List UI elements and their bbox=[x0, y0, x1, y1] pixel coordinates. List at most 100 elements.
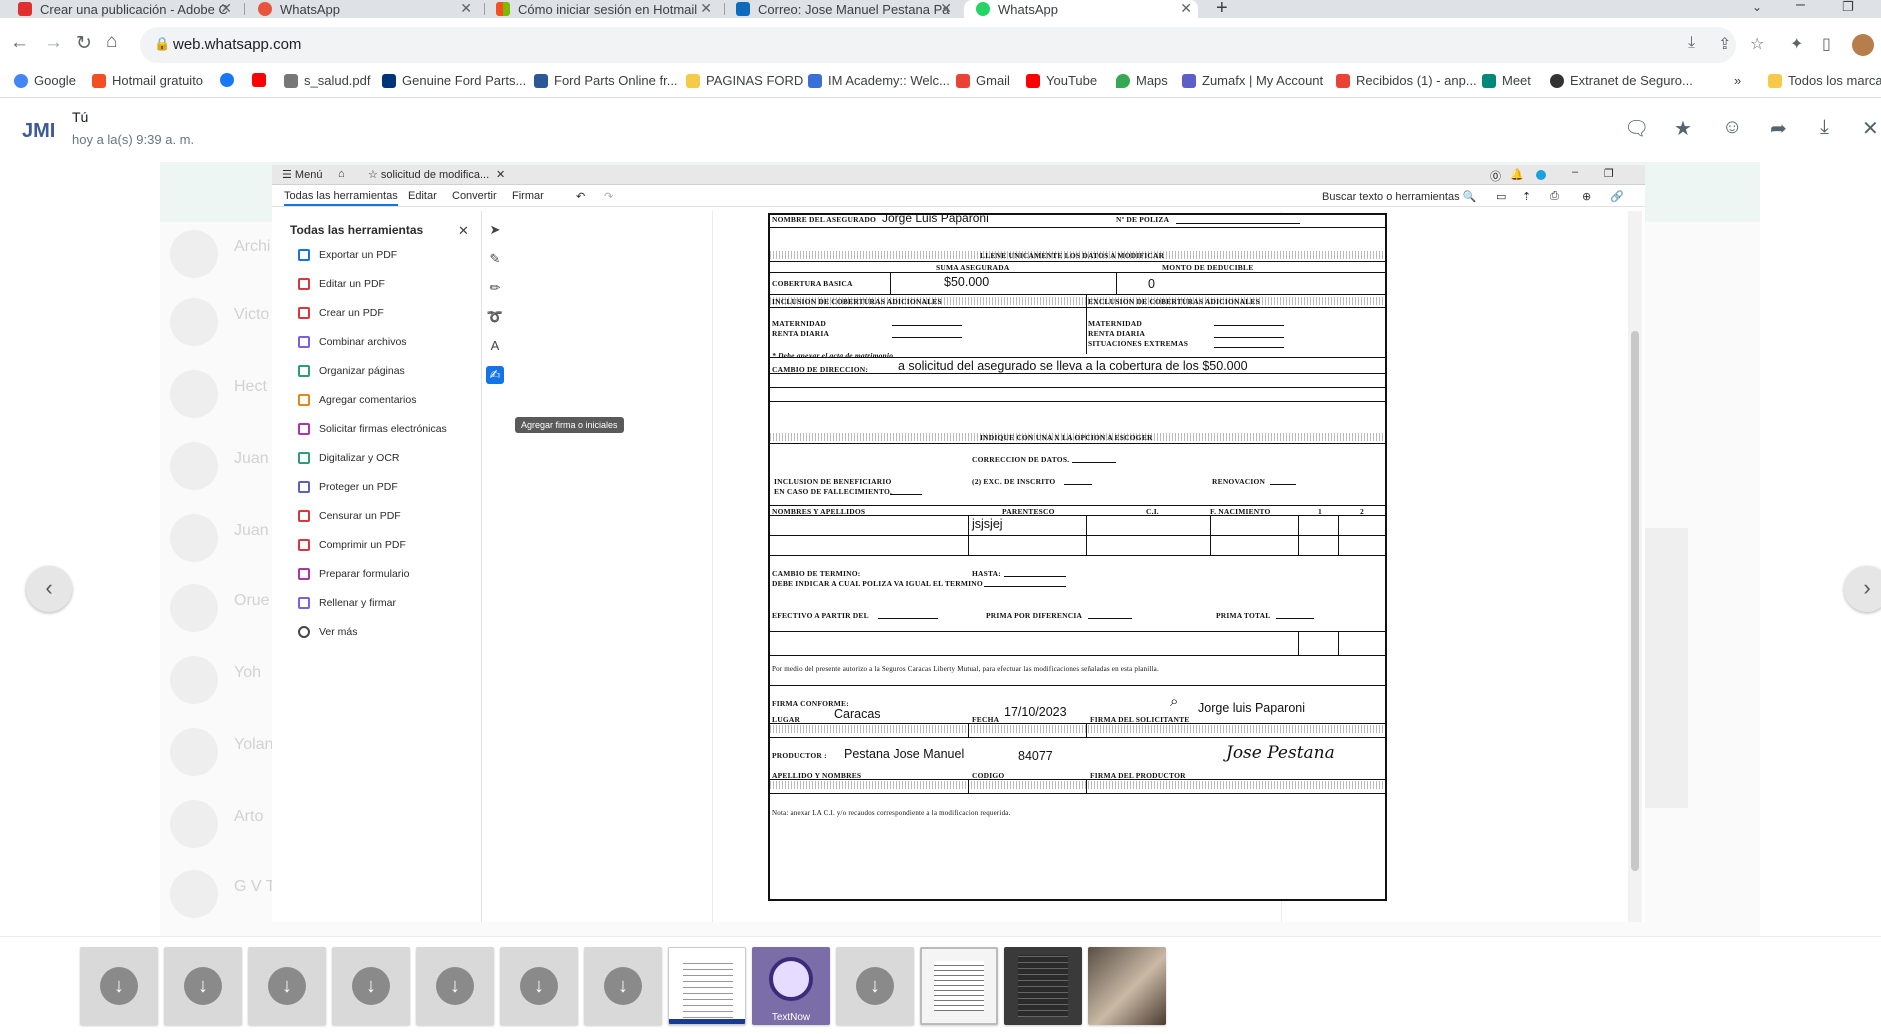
close-tab-icon[interactable]: ✕ bbox=[940, 0, 952, 17]
label-term-change-2: DEBE INDICAR A CUAL POLIZA VA IGUAL EL T… bbox=[772, 579, 983, 588]
rule bbox=[770, 272, 1385, 273]
acrobat-title-bar: ☰ Menú ⌂ ☆ solicitud de modifica... ✕ ⓪ … bbox=[272, 165, 1645, 185]
tab-search-icon[interactable]: ⌄ bbox=[1752, 0, 1762, 14]
close-tab-icon[interactable]: ✕ bbox=[700, 0, 712, 17]
bookmark-youtube-red[interactable] bbox=[252, 73, 272, 87]
browser-tab-outlook[interactable]: Correo: Jose Manuel Pestana Pa ✕ bbox=[736, 0, 958, 18]
close-tab-icon[interactable]: ✕ bbox=[460, 0, 472, 17]
document-scrollbar bbox=[1628, 211, 1642, 922]
browser-tab-adobe[interactable]: Crear una publicación - Adobe C ✕ bbox=[18, 0, 238, 18]
label-effective-from: EFECTIVO A PARTIR DEL bbox=[772, 611, 869, 620]
rule bbox=[1086, 779, 1087, 793]
minimize-button[interactable]: – bbox=[1796, 0, 1805, 14]
rule bbox=[1298, 515, 1299, 555]
rule bbox=[968, 723, 969, 737]
download-icon[interactable]: ⤓ bbox=[1820, 116, 1829, 139]
blank-line bbox=[1004, 576, 1066, 577]
media-thumb-download[interactable]: ↓ bbox=[836, 947, 914, 1025]
bell-icon: 🔔 bbox=[1510, 169, 1524, 181]
reply-message-icon[interactable]: 🗨 bbox=[1624, 116, 1649, 141]
bookmark-zumafx[interactable]: Zumafx | My Account bbox=[1182, 73, 1323, 88]
bookmark-hotmail[interactable]: Hotmail gratuito bbox=[92, 73, 203, 88]
address-bar[interactable]: 🔒 web.whatsapp.com bbox=[140, 27, 1736, 63]
meet-icon bbox=[1482, 73, 1496, 88]
previous-media-button[interactable]: ‹ bbox=[26, 566, 72, 612]
close-tab-icon[interactable]: ✕ bbox=[220, 0, 232, 17]
bookmark-extranet[interactable]: Extranet de Seguro... bbox=[1550, 73, 1693, 88]
media-thumb-download[interactable]: ↓ bbox=[332, 947, 410, 1025]
all-bookmarks-folder[interactable]: Todos los marcad bbox=[1768, 73, 1881, 88]
rule bbox=[770, 515, 1385, 516]
browser-tab-hotmail[interactable]: Cómo iniciar sesión en Hotmail ✕ bbox=[496, 0, 718, 18]
blank-line bbox=[984, 586, 1066, 587]
label-exc-inscribed: (2) EXC. DE INSCRITO bbox=[972, 477, 1056, 486]
side-panel-icon[interactable]: ▯ bbox=[1822, 34, 1831, 54]
close-tab-icon[interactable]: ✕ bbox=[1180, 0, 1192, 17]
blank-line bbox=[1072, 462, 1116, 463]
browser-tab-whatsapp[interactable]: WhatsApp ✕ bbox=[258, 0, 478, 18]
new-tab-button[interactable]: + bbox=[1216, 0, 1228, 20]
media-thumb-download[interactable]: ↓ bbox=[164, 947, 242, 1025]
rule bbox=[1210, 515, 1211, 555]
bookmark-meet[interactable]: Meet bbox=[1482, 73, 1531, 88]
bookmark-star-icon[interactable]: ☆ bbox=[1750, 34, 1764, 54]
bookmark-maps[interactable]: Maps bbox=[1116, 73, 1168, 88]
rule bbox=[770, 793, 1385, 794]
forward-icon[interactable]: ➦ bbox=[1770, 116, 1787, 141]
add-comment-icon: ✎ bbox=[489, 251, 501, 266]
more-bookmarks-button[interactable]: » bbox=[1734, 73, 1741, 88]
bookmark-genuine-ford[interactable]: Genuine Ford Parts... bbox=[382, 73, 526, 88]
facebook-icon bbox=[220, 73, 234, 87]
media-thumb-download[interactable]: ↓ bbox=[584, 947, 662, 1025]
bookmark-youtube[interactable]: YouTube bbox=[1026, 73, 1097, 88]
bookmark-label: PAGINAS FORD bbox=[706, 73, 804, 88]
rule bbox=[968, 515, 969, 555]
tool-request-signatures: Solicitar firmas electrónicas bbox=[298, 419, 447, 439]
close-viewer-icon[interactable]: ✕ bbox=[1862, 116, 1879, 141]
bookmark-recibidos[interactable]: Recibidos (1) - anp... bbox=[1336, 73, 1477, 88]
download-arrow-icon: ↓ bbox=[352, 967, 390, 1005]
star-icon[interactable]: ★ bbox=[1674, 116, 1692, 141]
tool-create-pdf: Crear un PDF bbox=[298, 303, 384, 323]
bookmark-label: Maps bbox=[1136, 73, 1168, 88]
install-app-icon[interactable]: ⤓ bbox=[1688, 34, 1695, 52]
browser-tab-whatsapp-active[interactable]: WhatsApp ✕ bbox=[964, 0, 1198, 18]
media-thumb-download[interactable]: ↓ bbox=[416, 947, 494, 1025]
media-thumb-selected-form[interactable] bbox=[920, 947, 998, 1025]
tool-edit-pdf: Editar un PDF bbox=[298, 274, 385, 294]
bookmark-google[interactable]: Google bbox=[14, 73, 76, 88]
lock-icon[interactable]: 🔒 bbox=[154, 36, 170, 52]
next-media-button[interactable]: › bbox=[1844, 566, 1881, 612]
home-icon[interactable]: ⌂ bbox=[106, 31, 117, 53]
tool-prepare-form: Preparar formulario bbox=[298, 564, 409, 584]
media-thumb-document[interactable] bbox=[668, 947, 746, 1025]
bookmark-paginas-ford[interactable]: PAGINAS FORD bbox=[686, 73, 803, 88]
bookmark-facebook[interactable] bbox=[220, 73, 240, 87]
bookmark-gmail[interactable]: Gmail bbox=[956, 73, 1010, 88]
media-thumb-download[interactable]: ↓ bbox=[500, 947, 578, 1025]
restore-button[interactable]: ❐ bbox=[1842, 0, 1854, 15]
media-thumb-textnow[interactable]: TextNow bbox=[752, 947, 830, 1025]
url-text[interactable]: web.whatsapp.com bbox=[173, 36, 301, 53]
forward-arrow-icon[interactable]: → bbox=[44, 32, 63, 54]
media-thumb-download[interactable]: ↓ bbox=[80, 947, 158, 1025]
media-thumb-download[interactable]: ↓ bbox=[248, 947, 326, 1025]
outlook-icon bbox=[736, 2, 750, 16]
media-thumb-dark-document[interactable] bbox=[1004, 947, 1082, 1025]
reload-icon[interactable]: ↻ bbox=[76, 32, 92, 55]
extensions-icon[interactable]: ✦ bbox=[1790, 34, 1803, 54]
label-premium-diff: PRIMA POR DIFERENCIA bbox=[986, 611, 1083, 620]
quick-tools-bar: ➤ ✎ ✏ ➰ A ✍ bbox=[482, 211, 508, 511]
profile-avatar[interactable] bbox=[1852, 34, 1874, 56]
textnow-label: TextNow bbox=[771, 1012, 811, 1023]
tool-scan-ocr: Digitalizar y OCR bbox=[298, 448, 400, 468]
bookmark-im-academy[interactable]: IM Academy:: Welc... bbox=[808, 73, 950, 88]
bookmark-ford-online[interactable]: Ford Parts Online fr... bbox=[534, 73, 678, 88]
emoji-icon[interactable]: ☺ bbox=[1722, 116, 1742, 139]
organize-pages-icon bbox=[298, 365, 310, 377]
bookmark-s-salud[interactable]: s_salud.pdf bbox=[284, 73, 371, 88]
globe-icon bbox=[1550, 73, 1564, 88]
media-thumb-photo[interactable] bbox=[1088, 947, 1166, 1025]
back-arrow-icon[interactable]: ← bbox=[10, 32, 29, 54]
share-icon[interactable]: ⇪ bbox=[1718, 34, 1731, 54]
